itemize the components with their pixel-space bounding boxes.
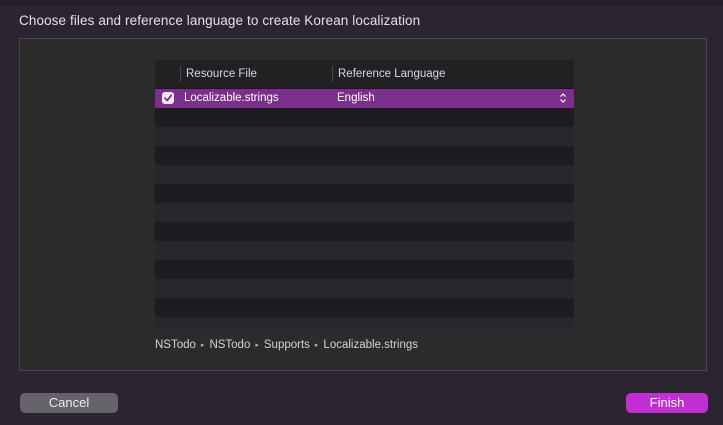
window-top-strip — [0, 0, 723, 6]
cancel-button[interactable]: Cancel — [20, 393, 118, 413]
table-row-empty — [155, 146, 574, 165]
column-header-reference-language[interactable]: Reference Language — [338, 68, 445, 80]
table-row-empty — [155, 184, 574, 203]
path-segment: Localizable.strings — [323, 339, 419, 351]
reference-language-popup-value[interactable]: English — [337, 92, 375, 104]
content-panel: Resource File Reference Language Localiz… — [19, 38, 707, 371]
path-separator-icon: ▸ — [200, 342, 205, 349]
path-segment: Supports — [263, 339, 310, 351]
path-segment: NSTodo — [155, 339, 196, 351]
finish-button[interactable]: Finish — [626, 393, 708, 413]
table-row-empty — [155, 203, 574, 222]
table-row-empty — [155, 241, 574, 260]
table-row-empty — [155, 279, 574, 298]
column-separator — [332, 66, 333, 82]
checkmark-icon — [164, 94, 173, 102]
table-row-empty — [155, 222, 574, 241]
file-path-breadcrumb: NSTodo ▸ NSTodo ▸ Supports ▸ Localizable… — [155, 339, 418, 351]
dialog-title: Choose files and reference language to c… — [19, 13, 421, 28]
column-header-resource-file[interactable]: Resource File — [186, 68, 257, 80]
resource-table[interactable]: Resource File Reference Language Localiz… — [155, 60, 574, 328]
table-row[interactable]: Localizable.strings English — [155, 89, 574, 108]
table-row-empty — [155, 127, 574, 146]
table-row-empty — [155, 298, 574, 317]
path-segment: NSTodo — [209, 339, 251, 351]
column-separator — [180, 66, 181, 82]
table-row-empty — [155, 317, 574, 328]
resource-file-name: Localizable.strings — [184, 92, 279, 104]
updown-chevron-icon[interactable] — [559, 92, 567, 104]
table-row-empty — [155, 108, 574, 127]
path-separator-icon: ▸ — [314, 342, 319, 349]
table-row-empty — [155, 260, 574, 279]
path-separator-icon: ▸ — [255, 342, 259, 349]
table-header: Resource File Reference Language — [155, 60, 574, 89]
table-row-empty — [155, 165, 574, 184]
include-checkbox[interactable] — [162, 92, 174, 104]
